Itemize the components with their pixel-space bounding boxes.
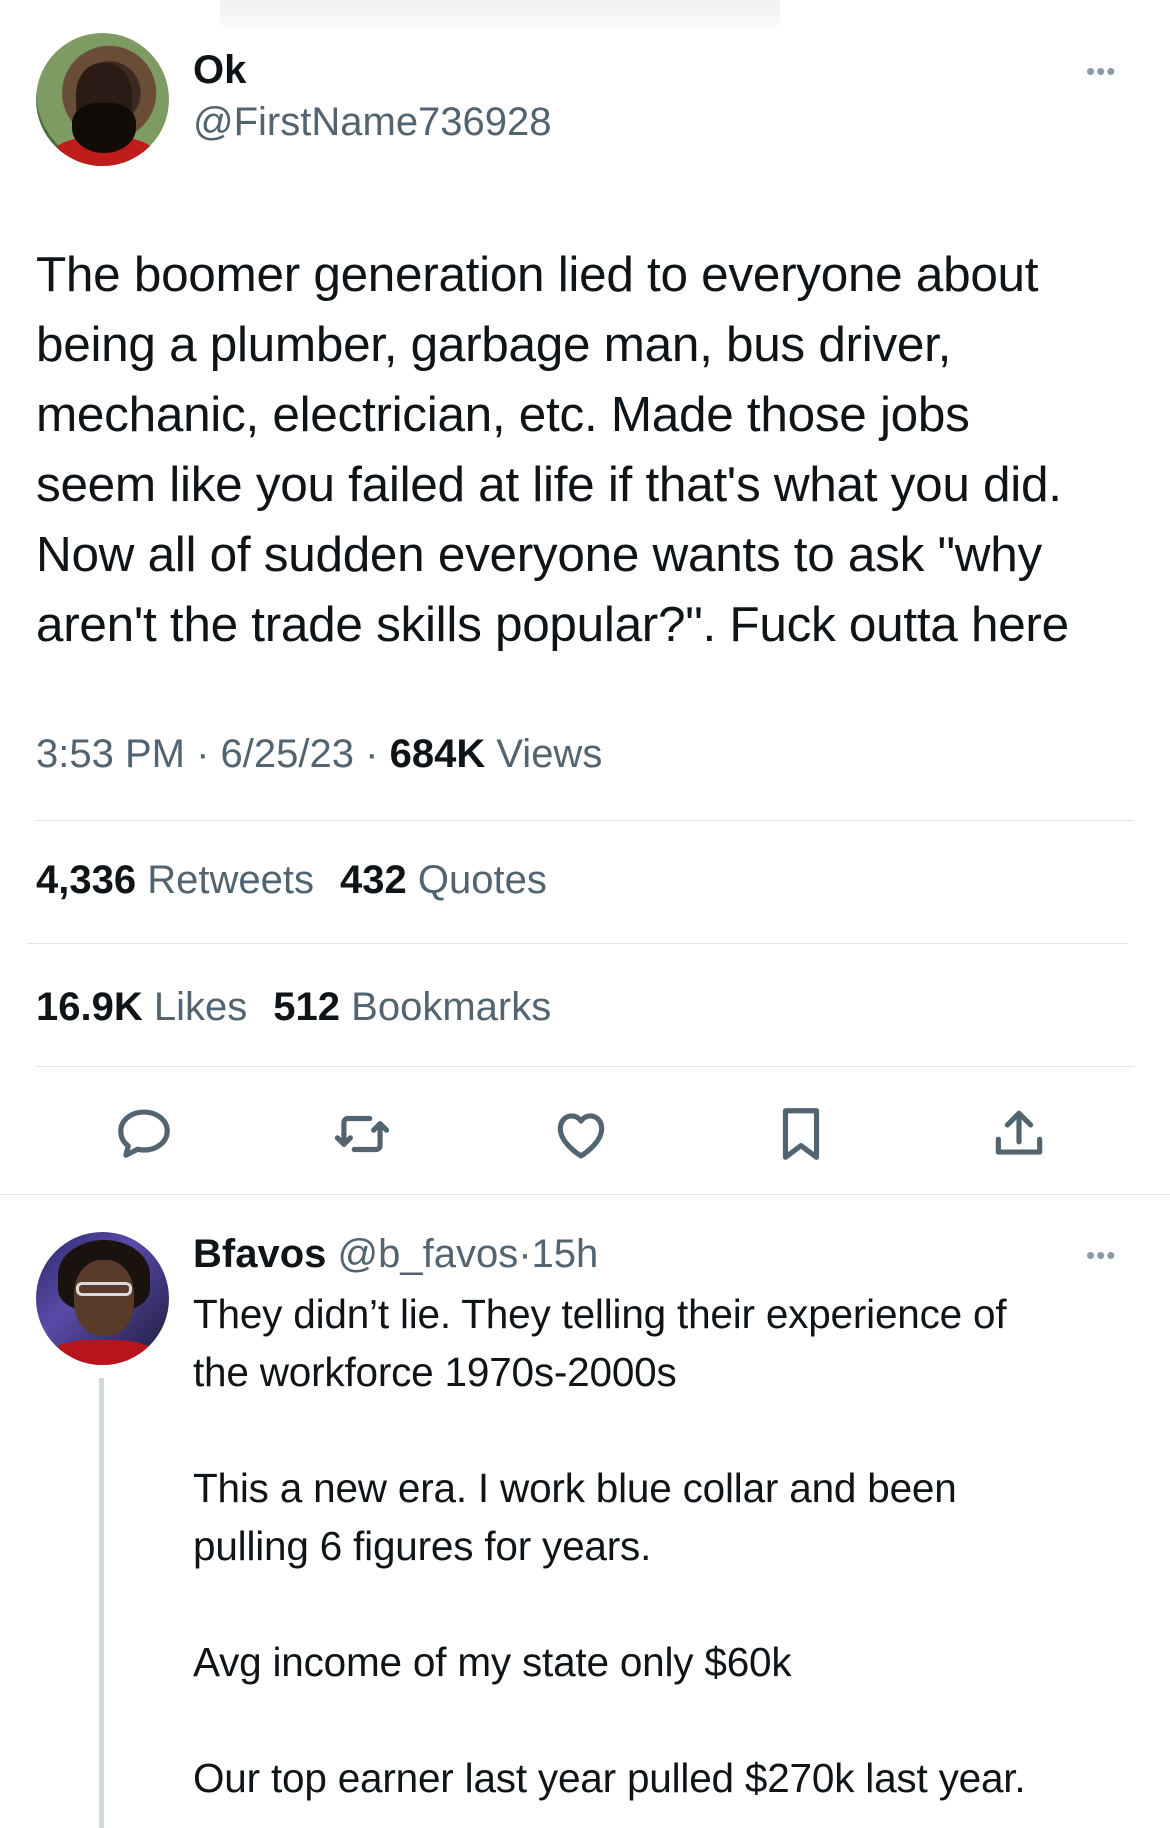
reply-icon <box>118 1109 170 1158</box>
bookmarks-count: 512 <box>273 985 341 1029</box>
bookmarks-stat[interactable]: 512 Bookmarks <box>273 985 551 1029</box>
bookmark-icon <box>782 1108 820 1160</box>
reply-author-avatar[interactable] <box>36 1232 169 1365</box>
likes-stat[interactable]: 16.9K Likes <box>36 985 247 1029</box>
avatar-beard <box>72 103 136 153</box>
divider <box>36 1066 1134 1067</box>
author-handle[interactable]: @FirstName736928 <box>193 100 552 145</box>
views-count: 684K <box>389 732 486 776</box>
author-avatar[interactable] <box>36 33 169 166</box>
quotes-label: Quotes <box>417 858 547 902</box>
likes-count: 16.9K <box>36 985 143 1029</box>
engagement-row-1: 4,336 Retweets 432 Quotes <box>36 858 547 903</box>
bookmarks-label: Bookmarks <box>351 985 552 1029</box>
top-fade <box>220 0 780 30</box>
share-button[interactable] <box>984 1099 1054 1169</box>
reply-more-options-icon[interactable]: ••• <box>1086 1240 1116 1271</box>
retweets-label: Retweets <box>147 858 314 902</box>
avatar-glasses <box>76 1282 132 1296</box>
reply-separator: · <box>518 1232 532 1276</box>
retweet-icon <box>334 1115 390 1153</box>
thread-line <box>99 1378 104 1828</box>
more-options-icon[interactable]: ••• <box>1086 56 1116 87</box>
views-label: Views <box>496 732 603 776</box>
tweet-date[interactable]: 6/25/23 <box>221 732 354 776</box>
author-display-name[interactable]: Ok <box>193 48 246 93</box>
engagement-row-2: 16.9K Likes 512 Bookmarks <box>36 985 551 1030</box>
tweet-text: The boomer generation lied to everyone a… <box>36 247 1069 652</box>
avatar-face <box>74 1260 134 1336</box>
tweet-meta: 3:53 PM · 6/25/23 · 684K Views <box>36 732 602 777</box>
reply-age[interactable]: 15h <box>532 1232 599 1276</box>
reply-header: Bfavos @b_favos·15h <box>193 1232 598 1277</box>
retweet-button[interactable] <box>327 1099 397 1169</box>
meta-separator: · <box>365 732 379 776</box>
reply-display-name[interactable]: Bfavos <box>193 1232 326 1276</box>
like-button[interactable] <box>546 1099 616 1169</box>
quotes-stat[interactable]: 432 Quotes <box>340 858 547 902</box>
bookmark-button[interactable] <box>766 1099 836 1169</box>
reply-text: They didn’t lie. They telling their expe… <box>193 1291 1026 1801</box>
reply-handle[interactable]: @b_favos <box>338 1232 519 1276</box>
avatar-shirt <box>48 1340 158 1365</box>
tweet-time[interactable]: 3:53 PM <box>36 732 185 776</box>
divider <box>36 820 1134 821</box>
share-icon <box>995 1110 1043 1155</box>
like-icon <box>557 1113 605 1159</box>
retweets-count: 4,336 <box>36 858 137 902</box>
reply-button[interactable] <box>109 1099 179 1169</box>
divider <box>0 1194 1170 1195</box>
divider <box>27 943 1127 944</box>
likes-label: Likes <box>153 985 248 1029</box>
meta-separator: · <box>196 732 210 776</box>
retweets-stat[interactable]: 4,336 Retweets <box>36 858 314 902</box>
quotes-count: 432 <box>339 858 407 902</box>
